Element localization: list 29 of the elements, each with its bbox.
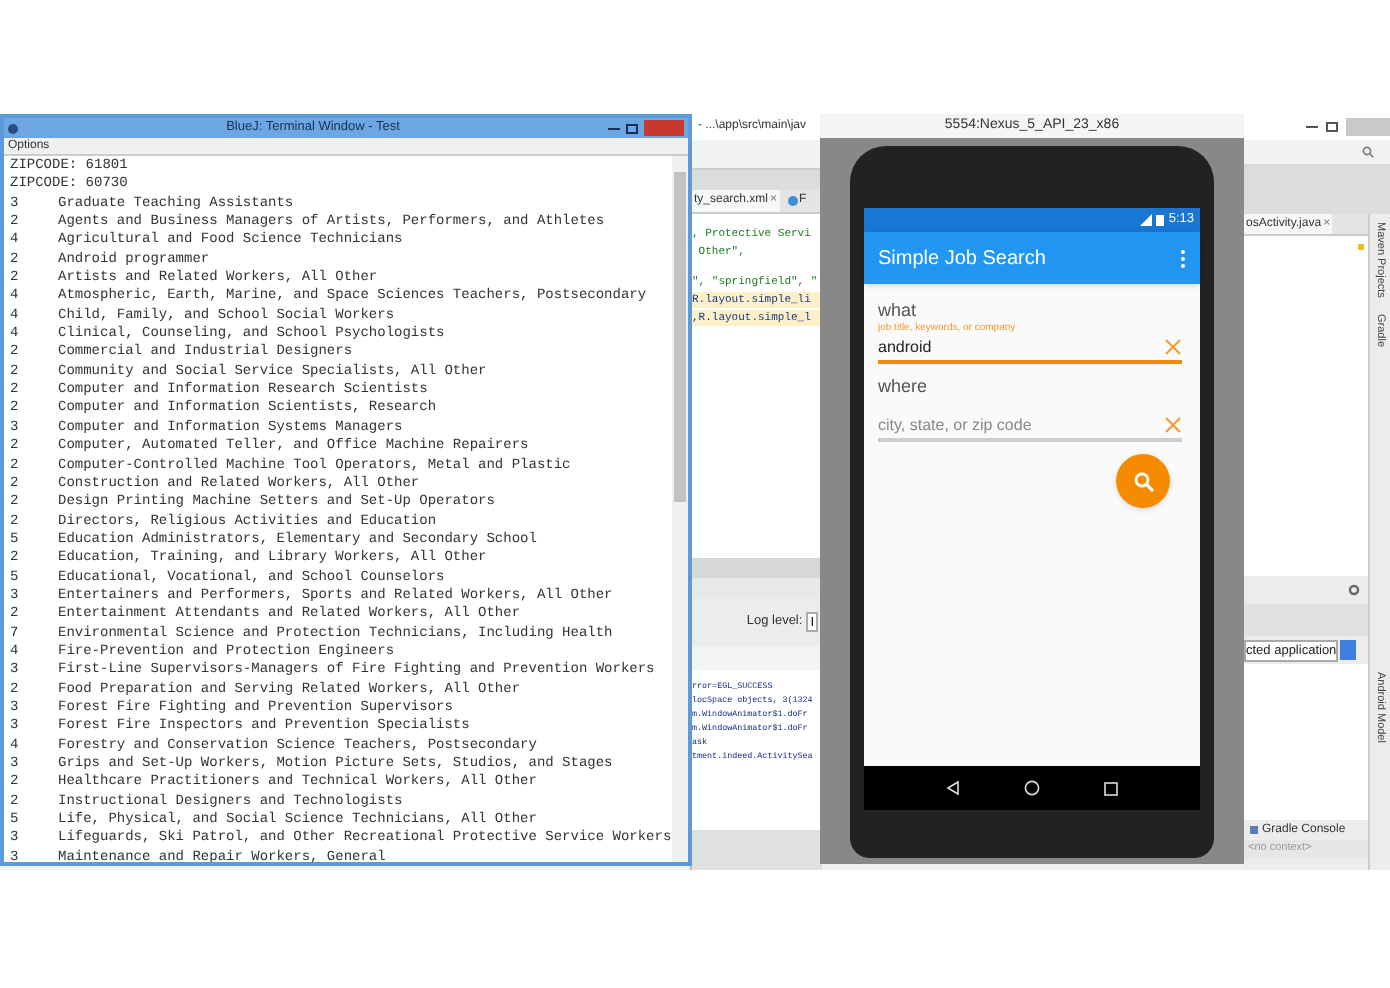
- search-icon[interactable]: [1362, 146, 1374, 158]
- back-icon[interactable]: [946, 780, 960, 796]
- minimize-button[interactable]: [607, 127, 620, 129]
- clear-icon[interactable]: [1164, 416, 1182, 434]
- clear-icon[interactable]: [1164, 338, 1182, 356]
- home-icon[interactable]: [1024, 780, 1040, 796]
- maximize-button[interactable]: [1326, 122, 1338, 132]
- text-field[interactable]: city, state, or zip code: [878, 414, 1182, 442]
- dropdown-button[interactable]: [1340, 640, 1357, 660]
- maximize-button[interactable]: [625, 123, 638, 133]
- app-title: Simple Job Search: [878, 245, 1046, 273]
- search-icon: [1133, 471, 1153, 491]
- scrollbar-thumb[interactable]: [674, 172, 686, 502]
- recents-icon[interactable]: [1104, 781, 1118, 795]
- battery-icon: [1156, 214, 1165, 226]
- class-icon: [787, 196, 798, 206]
- search-button[interactable]: [1116, 454, 1170, 508]
- signal-icon: [1140, 214, 1153, 226]
- text-field[interactable]: android: [878, 336, 1182, 364]
- toolbar: [692, 140, 822, 170]
- panel-header: [692, 558, 822, 578]
- gear-icon[interactable]: [1348, 584, 1360, 596]
- app-icon: [8, 123, 18, 133]
- overflow-menu-icon[interactable]: [1180, 249, 1186, 267]
- console-icon: [1250, 826, 1258, 834]
- warning-marker: [1358, 244, 1364, 250]
- field-label: what: [878, 300, 919, 322]
- field-label: where: [878, 376, 930, 398]
- scrollbar[interactable]: [672, 156, 688, 862]
